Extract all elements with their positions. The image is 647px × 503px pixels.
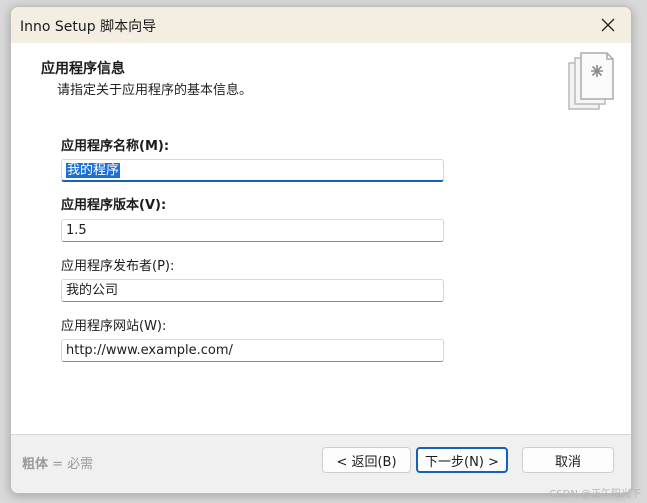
document-wizard-icon — [568, 52, 614, 110]
page-title: 应用程序信息 — [41, 61, 125, 77]
next-button[interactable]: 下一步(N) > — [416, 447, 508, 473]
footer: 粗体 = 必需 < 返回(B) 下一步(N) > 取消 — [11, 434, 631, 493]
app-version-input[interactable]: 1.5 — [61, 219, 444, 242]
page-header: 应用程序信息 请指定关于应用程序的基本信息。 — [11, 43, 631, 113]
app-name-value: 我的程序 — [66, 163, 121, 178]
required-legend-text: = 必需 — [48, 457, 94, 472]
app-publisher-value: 我的公司 — [66, 283, 119, 298]
app-version-label: 应用程序版本(V): — [61, 198, 167, 213]
required-legend-bold: 粗体 — [22, 457, 49, 472]
close-button[interactable] — [591, 10, 625, 40]
app-version-value: 1.5 — [66, 223, 87, 238]
app-name-input[interactable]: 我的程序 — [61, 159, 444, 182]
window-title: Inno Setup 脚本向导 — [20, 19, 157, 35]
app-website-label: 应用程序网站(W): — [61, 319, 167, 334]
cancel-button[interactable]: 取消 — [522, 447, 614, 473]
wizard-window: Inno Setup 脚本向导 应用程序信息 请指定关于应用程序的基本信息。 应… — [10, 6, 632, 494]
app-publisher-input[interactable]: 我的公司 — [61, 279, 444, 302]
required-legend: 粗体 = 必需 — [22, 453, 93, 472]
app-website-value: http://www.example.com/ — [66, 343, 233, 358]
close-icon — [601, 18, 615, 32]
app-website-input[interactable]: http://www.example.com/ — [61, 339, 444, 362]
app-name-label: 应用程序名称(M): — [61, 139, 170, 154]
watermark: CSDN @正午阳光下 — [549, 489, 641, 500]
app-publisher-label: 应用程序发布者(P): — [61, 259, 175, 274]
title-bar: Inno Setup 脚本向导 — [11, 7, 631, 43]
back-button[interactable]: < 返回(B) — [322, 447, 411, 473]
page-subtitle: 请指定关于应用程序的基本信息。 — [57, 83, 253, 98]
form-area: 应用程序名称(M): 我的程序 应用程序版本(V): 1.5 应用程序发布者(P… — [11, 113, 631, 435]
